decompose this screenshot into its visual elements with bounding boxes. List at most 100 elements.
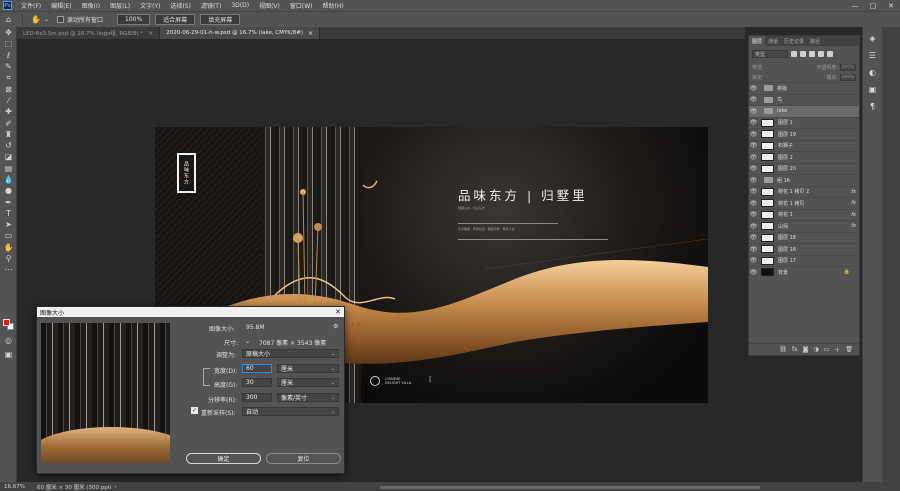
layer-row[interactable]: 👁 鸟 — [749, 93, 859, 106]
tab-paths[interactable]: 路径 — [807, 36, 823, 46]
close-window-button[interactable]: ✕ — [882, 0, 900, 11]
smart-object-filter-icon[interactable] — [827, 51, 833, 57]
visibility-eye-icon[interactable]: 👁 — [749, 234, 758, 241]
layer-thumbnail[interactable] — [761, 268, 774, 277]
resample-select[interactable]: 自动 ⌄ — [242, 407, 339, 416]
layer-row[interactable]: 👁 石狮子 — [749, 139, 859, 152]
blur-tool-icon[interactable]: 💧 — [0, 174, 17, 185]
zoom-tool-icon[interactable]: ⚲ — [0, 253, 17, 264]
clone-stamp-tool-icon[interactable]: ♜ — [0, 129, 17, 140]
quick-mask-icon[interactable]: ◎ — [0, 335, 17, 346]
layer-thumbnail[interactable] — [761, 210, 774, 219]
visibility-eye-icon[interactable]: 👁 — [749, 85, 758, 92]
healing-brush-tool-icon[interactable]: ✚ — [0, 106, 17, 117]
path-select-tool-icon[interactable]: ➤ — [0, 219, 17, 230]
maximize-button[interactable]: □ — [864, 0, 882, 11]
menu-help[interactable]: 帮助(H) — [318, 1, 349, 10]
height-input[interactable]: 30 — [242, 378, 272, 387]
blend-mode-select[interactable]: 穿透 — [752, 64, 762, 71]
reset-button[interactable]: 复位 — [266, 453, 341, 464]
layer-row[interactable]: 👁 图层 2 — [749, 151, 859, 163]
zoom-100-button[interactable]: 100% — [117, 14, 151, 25]
layer-row[interactable]: 👁 荷花 1 拷贝 fx — [749, 197, 859, 209]
menu-image[interactable]: 图像(I) — [77, 1, 105, 10]
layer-effects-icon[interactable]: fx — [851, 200, 856, 206]
menu-type[interactable]: 文字(Y) — [135, 1, 165, 10]
link-layers-icon[interactable]: ⛓ — [779, 346, 787, 353]
tab-active-document[interactable]: 2020-06-29-01-h-w.psd @ 16.7% (lake, CMY… — [160, 27, 321, 39]
menu-file[interactable]: 文件(F) — [16, 1, 46, 10]
layer-row[interactable]: 👁 荷花 1 拷贝 2 fx — [749, 185, 859, 198]
layer-thumbnail[interactable] — [761, 199, 774, 208]
menu-view[interactable]: 视图(V) — [254, 1, 285, 10]
layer-thumbnail[interactable] — [761, 187, 774, 196]
dialog-preview-image[interactable] — [41, 323, 170, 463]
crop-tool-icon[interactable]: ⌗ — [0, 72, 17, 83]
add-mask-icon[interactable]: ◙ — [803, 346, 809, 353]
layer-thumbnail[interactable] — [761, 222, 774, 231]
layer-row[interactable]: 👁 组 16 — [749, 174, 859, 186]
layer-effects-icon[interactable]: fx — [851, 189, 856, 195]
visibility-eye-icon[interactable]: 👁 — [749, 119, 758, 126]
libraries-panel-icon[interactable]: ▣ — [867, 83, 879, 95]
menu-select[interactable]: 选择(S) — [165, 1, 196, 10]
home-icon[interactable]: ⌂ — [6, 15, 16, 25]
layer-thumbnail[interactable] — [761, 256, 774, 265]
layer-row[interactable]: 👁 图层 17 — [749, 254, 859, 267]
layer-thumbnail[interactable] — [761, 164, 774, 173]
new-layer-icon[interactable]: ＋ — [834, 345, 840, 354]
eraser-tool-icon[interactable]: ◪ — [0, 151, 17, 162]
new-group-icon[interactable]: ▭ — [824, 346, 830, 353]
frame-tool-icon[interactable]: ⊠ — [0, 83, 17, 94]
tool-preset-chevron-icon[interactable]: ⌄ — [44, 16, 49, 23]
more-tools-icon[interactable]: ⋯ — [0, 264, 17, 275]
adjustments-panel-icon[interactable]: ◐ — [867, 66, 879, 78]
paragraph-panel-icon[interactable]: ¶ — [867, 100, 879, 112]
layer-thumbnail[interactable] — [761, 245, 774, 254]
visibility-eye-icon[interactable]: 👁 — [749, 200, 758, 207]
history-brush-tool-icon[interactable]: ↺ — [0, 140, 17, 151]
visibility-eye-icon[interactable]: 👁 — [749, 211, 758, 218]
tab-channels[interactable]: 通道 — [765, 36, 781, 46]
shape-filter-icon[interactable] — [818, 51, 824, 57]
fill-input[interactable]: 100% — [840, 73, 856, 81]
layer-filter-select[interactable]: 类型 — [752, 50, 788, 58]
visibility-eye-icon[interactable]: 👁 — [749, 223, 758, 230]
layer-row[interactable]: 👁 图层 16 — [749, 243, 859, 255]
layer-effects-icon[interactable]: fx — [851, 212, 856, 218]
close-icon[interactable]: × — [148, 30, 153, 37]
layer-thumbnail[interactable] — [761, 118, 774, 127]
scroll-all-windows-checkbox[interactable] — [57, 16, 64, 23]
delete-layer-icon[interactable]: 🗑 — [845, 346, 853, 353]
ok-button[interactable]: 确定 — [186, 453, 261, 464]
menu-3d[interactable]: 3D(D) — [226, 2, 254, 9]
width-input[interactable]: 60 — [242, 364, 272, 373]
resample-checkbox[interactable]: ✓ — [191, 407, 198, 414]
type-filter-icon[interactable] — [809, 51, 815, 57]
resolution-input[interactable]: 300 — [242, 393, 272, 402]
width-unit-select[interactable]: 厘米 ⌄ — [277, 364, 339, 373]
visibility-eye-icon[interactable]: 👁 — [749, 177, 758, 184]
visibility-eye-icon[interactable]: 👁 — [749, 165, 758, 172]
layer-row[interactable]: 👁 荷花 1 fx — [749, 208, 859, 221]
layer-row[interactable]: 👁 图层 20 — [749, 162, 859, 175]
layer-row[interactable]: 👁 图层 1 — [749, 116, 859, 129]
layer-thumbnail[interactable] — [761, 130, 774, 139]
minimize-button[interactable]: — — [846, 0, 864, 11]
visibility-eye-icon[interactable]: 👁 — [749, 269, 758, 276]
height-unit-select[interactable]: 厘米 ⌄ — [277, 378, 339, 387]
chevron-down-icon[interactable]: ⌄ — [245, 338, 250, 345]
visibility-eye-icon[interactable]: 👁 — [749, 142, 758, 149]
layer-row[interactable]: 👁 山师 fx — [749, 220, 859, 232]
menu-layer[interactable]: 图层(L) — [105, 1, 135, 10]
dodge-tool-icon[interactable]: ● — [0, 185, 17, 196]
fill-screen-button[interactable]: 填充屏幕 — [200, 14, 241, 25]
rectangle-tool-icon[interactable]: ▭ — [0, 230, 17, 241]
visibility-eye-icon[interactable]: 👁 — [749, 154, 758, 161]
close-icon[interactable]: ✕ — [335, 307, 341, 317]
tab-led-document[interactable]: LED-6x3.5m.psd @ 16.7% (logo组, RGB/8) * … — [17, 27, 161, 39]
layer-row[interactable]: 👁 图层 19 — [749, 128, 859, 140]
menu-filter[interactable]: 滤镜(T) — [196, 1, 226, 10]
layers-panel-icon[interactable]: ◈ — [867, 32, 879, 44]
close-icon[interactable]: × — [308, 30, 313, 37]
